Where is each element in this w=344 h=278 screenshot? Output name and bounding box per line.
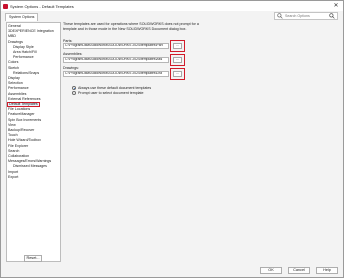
close-button[interactable]: ✕ [332, 2, 340, 10]
parts-template-path[interactable]: C:\ProgramData\SolidWorks\SOLIDWORKS 202… [63, 43, 169, 49]
reset-button[interactable]: Reset... [24, 255, 42, 262]
intro-text: These templates are used for operations … [63, 22, 199, 31]
window-title: System Options - Default Templates [10, 3, 74, 9]
parts-browse-button[interactable]: ... [173, 43, 182, 49]
search-icon[interactable] [329, 13, 335, 19]
drawings-browse-button[interactable]: ... [173, 71, 182, 77]
prompt-user-radio[interactable] [72, 91, 76, 95]
help-button[interactable]: Help [316, 267, 338, 274]
assemblies-browse-button[interactable]: ... [173, 57, 182, 63]
tab-system-options[interactable]: System Options [5, 13, 39, 21]
prompt-user-label: Prompt user to select document template [78, 91, 144, 95]
default-templates-panel: These templates are used for operations … [62, 22, 340, 262]
always-use-defaults-option[interactable]: Always use these default document templa… [72, 86, 151, 90]
drawings-label: Drawings: [63, 66, 79, 70]
always-use-defaults-radio[interactable] [72, 86, 76, 90]
nav-item-export[interactable]: Export [8, 175, 18, 180]
cancel-button[interactable]: Cancel [288, 267, 310, 274]
ok-button[interactable]: OK [260, 267, 282, 274]
options-category-list: General 3DEXPERIENCE Integration MBD Dra… [6, 22, 61, 262]
title-bar: System Options - Default Templates ✕ [1, 1, 343, 11]
search-options-icon [277, 13, 283, 19]
search-box[interactable] [274, 12, 338, 20]
parts-browse-highlight: ... [170, 40, 185, 52]
drawings-template-path[interactable]: C:\ProgramData\SolidWorks\SOLIDWORKS 202… [63, 71, 169, 77]
drawings-browse-highlight: ... [170, 68, 185, 80]
assemblies-browse-highlight: ... [170, 54, 185, 66]
solidworks-app-icon [3, 3, 8, 9]
search-input[interactable] [285, 14, 329, 18]
prompt-user-option[interactable]: Prompt user to select document template [72, 91, 144, 95]
assemblies-label: Assemblies: [63, 52, 83, 56]
assemblies-template-path[interactable]: C:\ProgramData\SolidWorks\SOLIDWORKS 202… [63, 57, 169, 63]
tab-strip: System Options [5, 13, 39, 21]
always-use-defaults-label: Always use these default document templa… [78, 86, 152, 90]
system-options-dialog: System Options - Default Templates ✕ Sys… [0, 0, 344, 278]
